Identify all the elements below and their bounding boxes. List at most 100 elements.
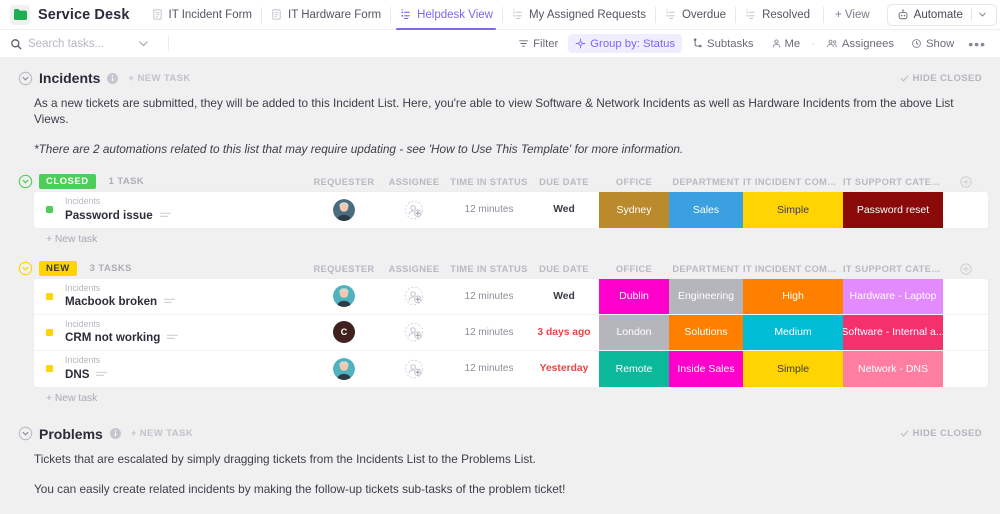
assignees-filter-button[interactable]: Assignees: [819, 34, 901, 53]
column-header-department[interactable]: DEPARTMENT: [669, 177, 743, 187]
requester-cell[interactable]: [309, 279, 379, 314]
column-header-office[interactable]: OFFICE: [599, 177, 669, 187]
tab-it-hardware-form[interactable]: IT Hardware Form: [261, 0, 390, 30]
office-cell[interactable]: Sydney: [599, 191, 669, 228]
table-row[interactable]: Incidents Password issue 12 minutes Wed Sydn…: [34, 191, 988, 228]
automate-button[interactable]: Automate: [886, 3, 997, 26]
status-badge[interactable]: NEW: [39, 261, 77, 277]
task-name-cell[interactable]: Incidents CRM not working: [34, 315, 309, 350]
task-name-cell[interactable]: Incidents Password issue: [34, 192, 309, 228]
column-header-requester[interactable]: REQUESTER: [309, 177, 379, 187]
it-support-category-cell[interactable]: Software - Internal a...: [843, 314, 943, 350]
it-incident-complexity-cell[interactable]: Simple: [743, 191, 843, 228]
due-date-cell[interactable]: Yesterday: [529, 351, 599, 387]
column-header-due-date[interactable]: DUE DATE: [529, 177, 599, 187]
chevron-down-circle-icon[interactable]: [18, 261, 33, 276]
status-badge[interactable]: CLOSED: [39, 174, 96, 190]
add-column-button[interactable]: [943, 263, 988, 275]
department-cell[interactable]: Sales: [669, 191, 743, 228]
column-header-office[interactable]: OFFICE: [599, 264, 669, 274]
column-header-department[interactable]: DEPARTMENT: [669, 264, 743, 274]
me-filter-button[interactable]: Me: [764, 34, 808, 53]
requester-cell[interactable]: C: [309, 315, 379, 350]
filter-button[interactable]: Filter: [511, 34, 565, 53]
chevron-down-circle-icon[interactable]: [18, 174, 33, 189]
show-button[interactable]: Show: [904, 34, 961, 53]
incidents-new-task-button[interactable]: + NEW TASK: [128, 73, 190, 84]
check-icon: [900, 430, 908, 437]
column-header-requester[interactable]: REQUESTER: [309, 264, 379, 274]
it-incident-complexity-cell[interactable]: High: [743, 278, 843, 314]
assignee-cell[interactable]: [379, 351, 449, 387]
column-header-it-incident-complex[interactable]: IT INCIDENT COMPLEX...: [743, 177, 843, 187]
problems-description: Tickets that are escalated by simply dra…: [34, 451, 536, 466]
it-support-category-cell[interactable]: Network - DNS: [843, 350, 943, 387]
time-in-status-cell[interactable]: 12 minutes: [449, 192, 529, 228]
tab-overdue[interactable]: Overdue: [654, 0, 735, 30]
problems-title: Problems: [39, 425, 103, 442]
problems-new-task-button[interactable]: + NEW TASK: [131, 428, 193, 439]
table-row[interactable]: Incidents Macbook broken 12 minutes Wed Dubl…: [34, 278, 988, 315]
group-by-button[interactable]: Group by: Status: [568, 34, 683, 53]
column-header-it-incident-complex[interactable]: IT INCIDENT COMPLEX...: [743, 264, 843, 274]
column-header-time-in-status[interactable]: TIME IN STATUS: [449, 177, 529, 187]
it-incident-complexity-cell[interactable]: Medium: [743, 314, 843, 350]
column-header-it-support-category[interactable]: IT SUPPORT CATEGORY: [843, 264, 943, 274]
tab-resolved[interactable]: Resolved: [735, 0, 819, 30]
add-column-button[interactable]: [943, 176, 988, 188]
requester-cell[interactable]: [309, 351, 379, 387]
office-cell[interactable]: Remote: [599, 350, 669, 387]
lines-icon: [167, 335, 179, 340]
info-icon[interactable]: [109, 428, 121, 440]
department-cell[interactable]: Inside Sales: [669, 350, 743, 387]
assignee-cell[interactable]: [379, 315, 449, 350]
chevron-down-circle-icon[interactable]: [18, 426, 33, 441]
department-cell[interactable]: Solutions: [669, 314, 743, 350]
tag-label: High: [743, 278, 843, 314]
time-in-status-cell[interactable]: 12 minutes: [449, 279, 529, 314]
requester-cell[interactable]: [309, 192, 379, 228]
assignee-cell[interactable]: [379, 279, 449, 314]
incidents-hide-closed-button[interactable]: HIDE CLOSED: [900, 73, 988, 84]
time-in-status-cell[interactable]: 12 minutes: [449, 351, 529, 387]
people-icon: [827, 39, 837, 48]
due-date-cell[interactable]: Wed: [529, 192, 599, 228]
office-cell[interactable]: London: [599, 314, 669, 350]
column-header-due-date[interactable]: DUE DATE: [529, 264, 599, 274]
department-cell[interactable]: Engineering: [669, 278, 743, 314]
new-task-row[interactable]: + New task: [12, 387, 988, 404]
tab-it-incident-form[interactable]: IT Incident Form: [142, 0, 262, 30]
it-support-category-cell[interactable]: Hardware - Laptop: [843, 278, 943, 314]
time-in-status-cell[interactable]: 12 minutes: [449, 315, 529, 350]
chevron-down-icon[interactable]: [138, 38, 149, 49]
it-incident-complexity-cell[interactable]: Simple: [743, 350, 843, 387]
chevron-down-icon[interactable]: [978, 10, 987, 19]
search-input[interactable]: [28, 37, 132, 50]
new-task-row[interactable]: + New task: [12, 228, 988, 245]
add-view-button[interactable]: + View: [819, 0, 879, 30]
subtasks-button[interactable]: Subtasks: [685, 34, 760, 53]
it-support-category-cell[interactable]: Password reset: [843, 191, 943, 228]
more-options-button[interactable]: •••: [964, 34, 990, 53]
column-header-it-support-category[interactable]: IT SUPPORT CATEGORY: [843, 177, 943, 187]
filter-icon: [519, 40, 529, 47]
problems-hide-closed-button[interactable]: HIDE CLOSED: [900, 428, 988, 439]
tab-my-assigned-requests[interactable]: My Assigned Requests: [501, 0, 655, 30]
info-icon[interactable]: [107, 72, 119, 84]
table-row[interactable]: Incidents CRM not working C 12 minutes 3 day…: [34, 314, 988, 351]
row-end-spacer: [943, 351, 988, 387]
column-header-assignee[interactable]: ASSIGNEE: [379, 264, 449, 274]
due-date-cell[interactable]: Wed: [529, 279, 599, 314]
office-cell[interactable]: Dublin: [599, 278, 669, 314]
chevron-down-circle-icon[interactable]: [18, 71, 33, 86]
task-name-cell[interactable]: Incidents Macbook broken: [34, 279, 309, 314]
due-date-cell[interactable]: 3 days ago: [529, 315, 599, 350]
tab-helpdesk-view[interactable]: Helpdesk View: [390, 0, 502, 30]
task-name-cell[interactable]: Incidents DNS: [34, 351, 309, 387]
column-header-time-in-status[interactable]: TIME IN STATUS: [449, 264, 529, 274]
column-header-assignee[interactable]: ASSIGNEE: [379, 177, 449, 187]
assignee-cell[interactable]: [379, 192, 449, 228]
search-box[interactable]: [10, 37, 160, 50]
table-row[interactable]: Incidents DNS 12 minutes Yesterday Remote Ins…: [34, 350, 988, 387]
plus-circle-icon: [959, 176, 972, 188]
